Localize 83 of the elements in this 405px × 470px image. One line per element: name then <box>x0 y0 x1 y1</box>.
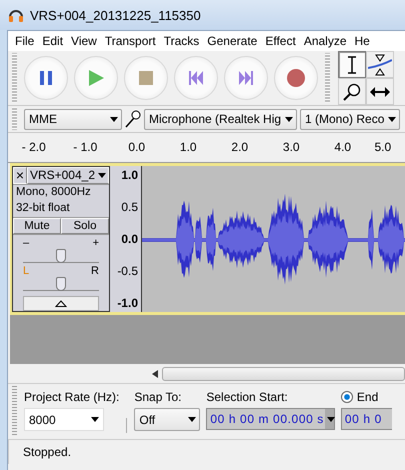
track-format: Mono, 8000Hz <box>15 184 92 200</box>
track-name-menu[interactable]: VRS+004_2 <box>26 167 109 184</box>
menu-item[interactable]: File <box>12 34 40 48</box>
pause-icon <box>39 70 53 86</box>
play-icon <box>88 70 104 86</box>
menu-item[interactable]: Effect <box>262 34 301 48</box>
selection-start-field[interactable]: 00 h 00 m 00.000 s <box>206 408 335 430</box>
track-sample-format: 32-bit float <box>15 200 71 216</box>
caret-icon <box>91 417 99 422</box>
selection-start-label: Selection Start: <box>206 390 289 404</box>
stop-button[interactable] <box>124 56 168 100</box>
menu-item[interactable]: Analyze <box>300 34 352 48</box>
zoom-icon <box>343 82 361 100</box>
menu-item[interactable]: View <box>68 34 102 48</box>
slider-label: L <box>23 264 30 277</box>
menu-item[interactable]: Edit <box>39 34 68 48</box>
slider-label: R <box>91 264 99 277</box>
caret-icon <box>388 116 396 122</box>
snap-dropdown[interactable]: Off <box>134 408 200 431</box>
scale-label: -0.5 <box>117 264 138 278</box>
zoom-tool-button[interactable] <box>338 78 366 105</box>
select-tool-button[interactable] <box>338 51 366 78</box>
skip-start-icon <box>189 71 203 85</box>
caret-icon <box>188 417 196 422</box>
window-title: VRS+004_20131225_115350 <box>30 8 201 22</box>
ruler-label: 5.0 <box>374 139 392 154</box>
skip-start-button[interactable] <box>174 56 218 100</box>
close-button[interactable]: × <box>13 167 27 184</box>
channels-dropdown[interactable]: 1 (Mono) Reco <box>300 108 400 130</box>
slider-thumb[interactable] <box>56 248 66 263</box>
stop-icon <box>139 71 153 85</box>
caret-icon <box>285 116 293 122</box>
skip-end-button[interactable] <box>224 56 268 100</box>
scale-label: 0.5 <box>121 200 138 214</box>
i-beam-icon <box>347 56 357 74</box>
host-dropdown[interactable]: MME <box>24 108 122 130</box>
end-radio[interactable]: End <box>340 390 392 404</box>
menu-item[interactable]: Transport <box>102 34 161 48</box>
ruler-label: - 1.0 <box>72 139 98 154</box>
status-text: Stopped. <box>23 445 72 459</box>
timeshift-tool-button[interactable] <box>366 78 394 105</box>
scale-label: 0.0 <box>121 232 138 246</box>
slider-label: + <box>92 236 99 249</box>
ruler-label: 0.0 <box>127 139 146 154</box>
caret-icon <box>110 116 118 122</box>
caret-icon <box>98 172 106 178</box>
caret-icon <box>326 416 335 422</box>
play-button[interactable] <box>74 56 118 100</box>
envelope-tool-button[interactable] <box>366 51 394 78</box>
scrollbar-thumb[interactable] <box>162 366 405 380</box>
mute-button[interactable]: Mute <box>13 218 61 234</box>
ruler-label: 1.0 <box>178 139 198 154</box>
ruler-label: 2.0 <box>230 139 250 154</box>
snap-label: Snap To: <box>134 390 183 404</box>
project-rate-field[interactable]: 8000 <box>24 408 104 431</box>
scale-label: -1.0 <box>117 296 138 310</box>
slider-track[interactable] <box>23 248 99 263</box>
ruler-label: 4.0 <box>333 139 352 154</box>
record-button[interactable] <box>274 56 318 100</box>
menu-item[interactable]: Generate <box>204 34 262 48</box>
ruler-label: 3.0 <box>282 139 301 154</box>
ruler-label: - 2.0 <box>20 139 47 154</box>
slider-label: – <box>23 236 30 249</box>
record-icon <box>287 69 305 87</box>
scroll-left-icon[interactable] <box>152 370 158 378</box>
skip-end-icon <box>239 71 253 85</box>
pause-button[interactable] <box>24 56 68 100</box>
audio-track[interactable]: × VRS+004_2 Mono, 8000Hz 32-bit float Mute Solo – + L R 1.0 0.5 0.0 -0.5 -1.0 <box>10 163 405 315</box>
scale-label: 1.0 <box>121 168 138 182</box>
double-arrow-icon <box>370 86 390 96</box>
envelope-icon <box>368 54 392 76</box>
solo-button[interactable]: Solo <box>61 218 109 234</box>
slider-track[interactable] <box>23 276 99 291</box>
menu-item[interactable]: He <box>352 34 375 48</box>
project-rate-label: Project Rate (Hz): <box>24 390 120 404</box>
selection-end-field[interactable]: 00 h 0 <box>340 408 392 430</box>
menu-item[interactable]: Tracks <box>160 34 204 48</box>
headphones-icon <box>8 7 24 23</box>
slider-thumb[interactable] <box>56 276 66 291</box>
collapse-button[interactable] <box>23 296 99 311</box>
waveform-area[interactable] <box>142 166 405 312</box>
input-device-dropdown[interactable]: Microphone (Realtek Hig <box>144 108 297 130</box>
triangle-icon <box>55 300 67 307</box>
